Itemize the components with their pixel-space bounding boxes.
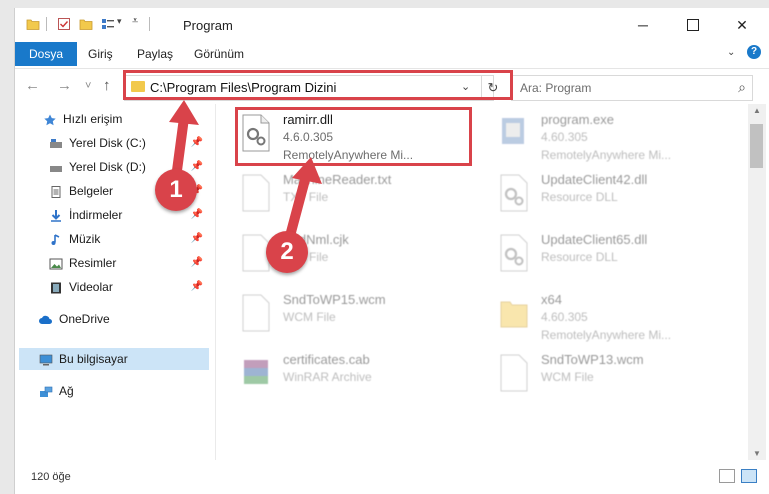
callout-badge-1: 1: [155, 169, 197, 211]
annotation-arrows: [169, 100, 322, 241]
callout-badge-2: 2: [266, 231, 308, 273]
